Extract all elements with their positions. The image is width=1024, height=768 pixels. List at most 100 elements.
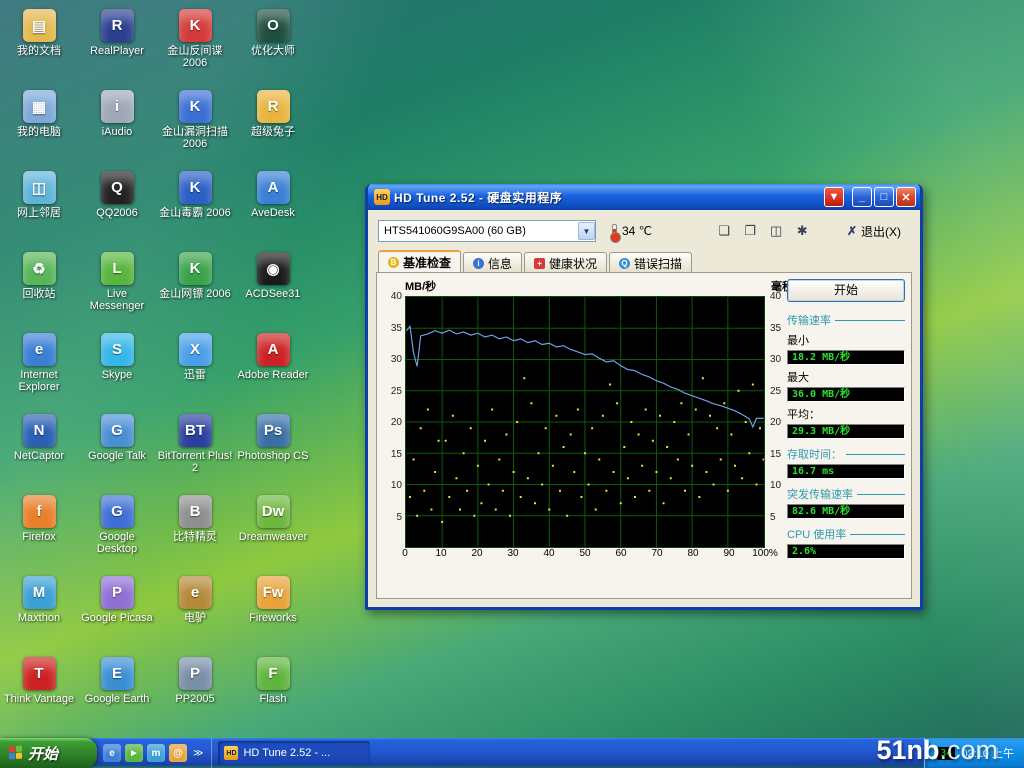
title-bar[interactable]: HD HD Tune 2.52 - 硬盘实用程序 ▼ _ □ ✕ [368, 184, 920, 210]
desktop-icon-column: RRealPlayeriiAudioQQQ2006LLive Messenger… [78, 4, 156, 733]
close-button[interactable]: ✕ [896, 187, 916, 207]
desktop-icon-超级兔子[interactable]: R超级兔子 [234, 85, 312, 166]
desktop-icon-netcaptor[interactable]: NNetCaptor [0, 409, 78, 490]
results-panel: 开始 传输速率 最小 18.2 MB/秒 最大 36.0 MB/秒 平均： 29… [787, 279, 905, 559]
tab-信息[interactable]: i信息 [463, 252, 522, 273]
desktop-icon-skype[interactable]: SSkype [78, 328, 156, 409]
desktop-icon-google-desktop[interactable]: GGoogle Desktop [78, 490, 156, 571]
plot-area: 551010151520202525303035354040 [405, 296, 767, 548]
desktop-icon-live-messenger[interactable]: LLive Messenger [78, 247, 156, 328]
app-icon: Ps [257, 414, 290, 447]
app-icon: i [101, 90, 134, 123]
desktop-icon-比特精灵[interactable]: B比特精灵 [156, 490, 234, 571]
tab-健康状况[interactable]: +健康状况 [524, 252, 607, 273]
desktop-icon-acdsee31[interactable]: ◉ACDSee31 [234, 247, 312, 328]
x-axis-labels: 0102030405060708090100% [405, 548, 767, 562]
desktop-icon-column: O优化大师R超级兔子AAveDesk◉ACDSee31AAdobe Reader… [234, 4, 312, 733]
desktop-icon-迅雷[interactable]: X迅雷 [156, 328, 234, 409]
icon-label: Google Desktop [79, 531, 155, 555]
desktop-icon-我的文档[interactable]: ▤我的文档 [0, 4, 78, 85]
desktop-icon-优化大师[interactable]: O优化大师 [234, 4, 312, 85]
app-icon: f [23, 495, 56, 528]
copy-screenshot-icon[interactable]: ❐ [738, 220, 762, 242]
desktop-icon-realplayer[interactable]: RRealPlayer [78, 4, 156, 85]
app-icon: X [179, 333, 212, 366]
icon-label: 优化大师 [251, 45, 295, 57]
desktop-icon-dreamweaver[interactable]: DwDreamweaver [234, 490, 312, 571]
quick-launch-more-chevron[interactable]: ≫ [191, 748, 205, 759]
app-icon: P [101, 576, 134, 609]
desktop-icon-我的电脑[interactable]: ▦我的电脑 [0, 85, 78, 166]
desktop-icon-internet-explorer[interactable]: eInternet Explorer [0, 328, 78, 409]
icon-label: AveDesk [251, 207, 295, 219]
thermometer-icon [612, 224, 617, 239]
app-icon: N [23, 414, 56, 447]
left-axis-tick: 35 [391, 323, 405, 334]
left-axis-tick: 40 [391, 291, 405, 302]
app-icon: ♻ [23, 252, 56, 285]
desktop-icon-fireworks[interactable]: FwFireworks [234, 571, 312, 652]
icon-label: Google Picasa [81, 612, 153, 624]
desktop-icon-iaudio[interactable]: iiAudio [78, 85, 156, 166]
avg-value: 29.3 MB/秒 [787, 424, 905, 439]
app-icon: ▦ [23, 90, 56, 123]
desktop-icon-bittorrent-plus-2[interactable]: BTBitTorrent Plus! 2 [156, 409, 234, 490]
desktop-icon-adobe-reader[interactable]: AAdobe Reader [234, 328, 312, 409]
icon-label: BitTorrent Plus! 2 [157, 450, 233, 474]
app-icon: M [23, 576, 56, 609]
desktop-icon-maxthon[interactable]: MMaxthon [0, 571, 78, 652]
desktop-icon-flash[interactable]: FFlash [234, 652, 312, 733]
benchmark-tab-page: MB/秒 毫秒 551010151520202525303035354040 0… [376, 272, 912, 599]
quick-launch-maxthon-icon[interactable]: m [147, 744, 165, 762]
desktop-icon-firefox[interactable]: f Firefox [0, 490, 78, 571]
icon-label: Firefox [22, 531, 56, 543]
x-axis-tick: 80 [687, 548, 698, 559]
start-benchmark-button[interactable]: 开始 [787, 279, 905, 302]
tab-基准检查[interactable]: B基准检查 [378, 250, 461, 273]
tab-错误扫描[interactable]: Q错误扫描 [609, 252, 692, 273]
exit-button[interactable]: ✗ 退出(X) [838, 220, 910, 243]
desktop-icon-google-picasa[interactable]: P Google Picasa [78, 571, 156, 652]
right-axis-tick: 15 [767, 449, 781, 460]
chevron-down-icon[interactable]: ▼ [578, 222, 595, 240]
desktop-icon-pp2005[interactable]: PPP2005 [156, 652, 234, 733]
app-icon: K [179, 9, 212, 42]
desktop-icon-金山毒霸-2006[interactable]: K金山毒霸 2006 [156, 166, 234, 247]
quick-launch-media-icon[interactable]: ► [125, 744, 143, 762]
desktop-icon-金山反间谍-2006[interactable]: K金山反间谍 2006 [156, 4, 234, 85]
right-axis-tick: 25 [767, 386, 781, 397]
options-icon[interactable]: ✱ [790, 220, 814, 242]
right-axis-tick: 40 [767, 291, 781, 302]
taskbar-item-hdtune[interactable]: HD HD Tune 2.52 - ... [218, 741, 370, 765]
access-time-value: 16.7 ms [787, 464, 905, 479]
cpu-usage-heading: CPU 使用率 [787, 526, 905, 542]
minimize-to-tray-button[interactable]: ▼ [824, 187, 844, 207]
maximize-button[interactable]: □ [874, 187, 894, 207]
desktop-icon-qq2006[interactable]: QQQ2006 [78, 166, 156, 247]
desktop-icon-网上邻居[interactable]: ◫网上邻居 [0, 166, 78, 247]
desktop-icon-avedesk[interactable]: AAveDesk [234, 166, 312, 247]
right-axis-tick: 20 [767, 417, 781, 428]
app-icon: K [179, 252, 212, 285]
minimize-button[interactable]: _ [852, 187, 872, 207]
quick-launch-ie-icon[interactable]: e [103, 744, 121, 762]
desktop-icon-电驴[interactable]: e电驴 [156, 571, 234, 652]
desktop-icon-think-vantage[interactable]: TThink Vantage [0, 652, 78, 733]
start-button[interactable]: 开始 [0, 738, 97, 768]
desktop-icon-回收站[interactable]: ♻回收站 [0, 247, 78, 328]
left-axis-tick: 5 [396, 512, 405, 523]
desktop-icon-google-talk[interactable]: GGoogle Talk [78, 409, 156, 490]
desktop-icon-金山漏洞扫描-2006[interactable]: K金山漏洞扫描 2006 [156, 85, 234, 166]
desktop-icon-金山网镖-2006[interactable]: K金山网镖 2006 [156, 247, 234, 328]
icon-label: Google Talk [88, 450, 146, 462]
app-icon: e [23, 333, 56, 366]
transfer-rate-heading: 传输速率 [787, 312, 905, 328]
avg-label: 平均： [787, 406, 905, 422]
tab-label: 信息 [488, 255, 512, 272]
drive-select[interactable]: HTS541060G9SA00 (60 GB) ▼ [378, 220, 596, 242]
copy-icon[interactable]: ❏ [712, 220, 736, 242]
save-icon[interactable]: ◫ [764, 220, 788, 242]
quick-launch-mail-icon[interactable]: @ [169, 744, 187, 762]
desktop-icon-photoshop-cs[interactable]: PsPhotoshop CS [234, 409, 312, 490]
desktop-icon-google-earth[interactable]: EGoogle Earth [78, 652, 156, 733]
